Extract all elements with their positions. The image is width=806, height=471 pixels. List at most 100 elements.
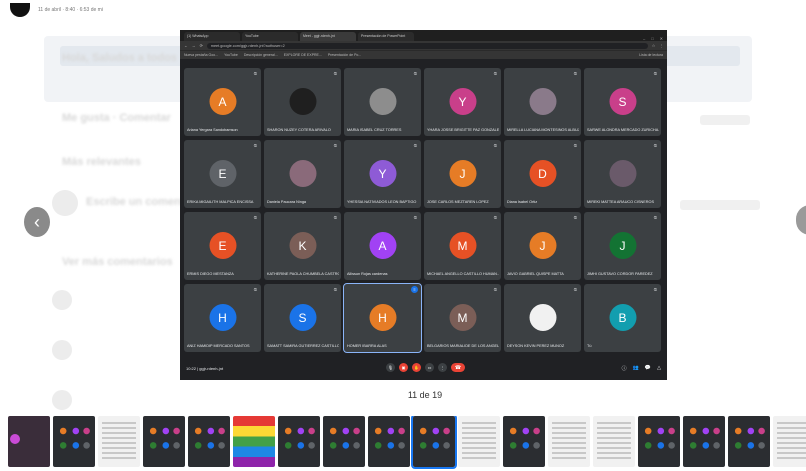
back-icon[interactable]: ←	[184, 44, 188, 48]
participant-avatar	[529, 88, 556, 115]
chevron-left-icon[interactable]: ‹	[24, 207, 50, 237]
participant-avatar	[289, 88, 316, 115]
thumbnail-image[interactable]	[503, 416, 545, 467]
browser-tab-active[interactable]: Meet - ggjr-rdenh-jnt	[300, 32, 356, 41]
participant-tile[interactable]: ⦸ MIREKI MATTEA ARAUCO CISNEROS	[584, 140, 661, 208]
thumbnail-image[interactable]	[233, 416, 275, 467]
participant-tile[interactable]: ⦸ K KATHERINE PAOLA CHUMBELA CASTRO	[264, 212, 341, 280]
hang-up-button[interactable]: ☎	[451, 363, 465, 372]
participant-name: Daniela Paucara Ninga	[267, 200, 307, 204]
close-icon[interactable]: ✕	[660, 36, 663, 41]
participant-avatar: H	[369, 304, 396, 331]
thumbnail-image[interactable]	[323, 416, 365, 467]
participant-tile[interactable]: ⦸ S SAMATT SAMIRA GUTIERREZ CASTILLO	[264, 284, 341, 352]
participant-name: SARWE ALONDRA MERCADO ZURICHA...	[587, 128, 659, 132]
mic-muted-icon: ⦸	[493, 143, 497, 149]
participant-grid: ⦸ A Ariana Yergara Sandobamson ⦸ SHARON NUZE…	[184, 68, 664, 353]
mic-muted-icon: ⦸	[653, 143, 657, 149]
raise-hand-icon[interactable]: ✋	[412, 363, 421, 372]
participant-name: SAMATT SAMIRA GUTIERREZ CASTILLO	[267, 344, 339, 348]
participant-tile[interactable]: ⦸ E ERMIS DIEGO MESTANZA	[184, 212, 261, 280]
participant-tile[interactable]: ≡ H HOMER IBARRA ALAS	[343, 283, 422, 353]
more-options-icon[interactable]: ⋮	[438, 363, 447, 372]
camera-off-icon[interactable]: ▣	[399, 363, 408, 372]
participant-tile[interactable]: ⦸ E ERIKA MIGAILITH MALPICA ENCISSA	[184, 140, 261, 208]
info-icon[interactable]: ⓘ	[622, 365, 627, 372]
thumbnail-image[interactable]	[8, 416, 50, 467]
bookmark[interactable]: Nueva pestaña Goo...	[184, 53, 218, 57]
thumbnail-image[interactable]	[143, 416, 185, 467]
mic-muted-icon: ⦸	[653, 287, 657, 293]
participant-tile[interactable]: ⦸ Y YHARA JOSSE BRIGITTE PAZ GONZALES	[424, 68, 501, 136]
meeting-side-icons: ⓘ 👥 💬 △	[622, 365, 661, 372]
mic-icon[interactable]: 🎙	[386, 363, 395, 372]
participant-tile[interactable]: ⦸ MIRELLA LUCIANA MONTESINOS ALBUJE...	[504, 68, 581, 136]
participant-tile[interactable]: ⦸ H ANIZ HAMIDIP MERCADO SANTOS	[184, 284, 261, 352]
meet-screenshot: (1) WhatsApp YouTube Meet - ggjr-rdenh-j…	[180, 30, 667, 380]
participant-tile[interactable]: ⦸ S SARWE ALONDRA MERCADO ZURICHA...	[584, 68, 661, 136]
participant-tile[interactable]: ⦸ SHARON NUZEY COTERA ARIVALO	[264, 68, 341, 136]
browser-tab[interactable]: (1) WhatsApp	[184, 32, 240, 41]
author-avatar[interactable]	[10, 3, 30, 17]
url-bar[interactable]: meet.google.com/ggjr-rdenh-jnt?authuser=…	[206, 42, 648, 49]
minimize-icon[interactable]: –	[643, 36, 645, 41]
participant-avatar: M	[449, 232, 476, 259]
participant-tile[interactable]: ⦸ Y YHESSIA NATIVIADOS LEON BAPTIGO	[344, 140, 421, 208]
participant-avatar	[289, 160, 316, 187]
thumbnail-image[interactable]	[638, 416, 680, 467]
people-icon[interactable]: 👥	[633, 365, 639, 372]
participant-tile[interactable]: ⦸ A Allissun Rojas cardenas	[344, 212, 421, 280]
participant-avatar: S	[609, 88, 636, 115]
bookmark[interactable]: Descripción general...	[244, 53, 278, 57]
participant-name: YHARA JOSSE BRIGITTE PAZ GONZALES	[427, 128, 499, 132]
reading-list[interactable]: Lista de lectura	[639, 53, 663, 57]
activities-icon[interactable]: △	[657, 365, 661, 372]
browser-tab[interactable]: YouTube	[242, 32, 298, 41]
bookmark[interactable]: EXPLORE DE EXPRE...	[284, 53, 322, 57]
participant-avatar: J	[449, 160, 476, 187]
mic-muted-icon: ⦸	[253, 143, 257, 149]
participant-name: JAVIO GABRIEL QUISPE MATTA	[507, 272, 564, 276]
participant-tile[interactable]: ⦸ M BELGARIOS MARIALIDE DE LOS ANGEL...	[424, 284, 501, 352]
maximize-icon[interactable]: □	[651, 36, 653, 41]
chat-icon[interactable]: 💬	[645, 365, 651, 372]
thumbnail-image[interactable]	[728, 416, 770, 467]
forward-icon[interactable]: →	[192, 44, 196, 48]
participant-tile[interactable]: ⦸ Daniela Paucara Ninga	[264, 140, 341, 208]
participant-avatar	[529, 304, 556, 331]
participant-tile[interactable]: ⦸ D Diana Isabel Ortiz	[504, 140, 581, 208]
participant-tile[interactable]: ⦸ J JAVIO GABRIEL QUISPE MATTA	[504, 212, 581, 280]
thumbnail-image[interactable]	[548, 416, 590, 467]
blur-text-1: Hola, Saludos a todos	[62, 52, 177, 64]
browser-tab[interactable]: Presentación de PowerPoint	[358, 32, 414, 41]
thumbnail-image[interactable]	[188, 416, 230, 467]
reload-icon[interactable]: ⟳	[200, 43, 203, 48]
bookmark[interactable]: Presentación de Po...	[328, 53, 361, 57]
participant-avatar: H	[209, 304, 236, 331]
participant-name: YHESSIA NATIVIADOS LEON BAPTIGO	[347, 200, 417, 204]
thumbnail-image[interactable]	[683, 416, 725, 467]
participant-tile[interactable]: ⦸ J JIMHI GUSTAVO CORDOR PAREDEZ	[584, 212, 661, 280]
thumbnail-image[interactable]	[368, 416, 410, 467]
thumbnail-image[interactable]	[773, 416, 806, 467]
thumbnail-image[interactable]	[278, 416, 320, 467]
participant-tile[interactable]: ⦸ DEYSON KEVIN PEREZ MUNOZ	[504, 284, 581, 352]
present-icon[interactable]: ▭	[425, 363, 434, 372]
thumbnail-image[interactable]	[411, 416, 457, 469]
participant-tile[interactable]: ⦸ B Tú	[584, 284, 661, 352]
thumbnail-image[interactable]	[458, 416, 500, 467]
participant-tile[interactable]: ⦸ J JOSE CARLOS MEZTAREN LOPEZ	[424, 140, 501, 208]
participant-tile[interactable]: ⦸ A Ariana Yergara Sandobamson	[184, 68, 261, 136]
mic-muted-icon: ⦸	[493, 71, 497, 77]
participant-tile[interactable]: ⦸ MARIA ISABEL CRUZ TORRES	[344, 68, 421, 136]
participant-tile[interactable]: ⦸ M MICHAEL ANGELLO CASTILLO HUMAN...	[424, 212, 501, 280]
menu-icon[interactable]: ⋮	[659, 43, 663, 48]
mic-muted-icon: ⦸	[573, 215, 577, 221]
bookmark[interactable]: YouTube	[224, 53, 238, 57]
star-icon[interactable]: ☆	[652, 43, 655, 48]
thumbnail-image[interactable]	[98, 416, 140, 467]
meeting-controls: 🎙 ▣ ✋ ▭ ⋮ ☎	[386, 363, 465, 372]
mic-muted-icon: ⦸	[573, 287, 577, 293]
thumbnail-image[interactable]	[53, 416, 95, 467]
thumbnail-image[interactable]	[593, 416, 635, 467]
